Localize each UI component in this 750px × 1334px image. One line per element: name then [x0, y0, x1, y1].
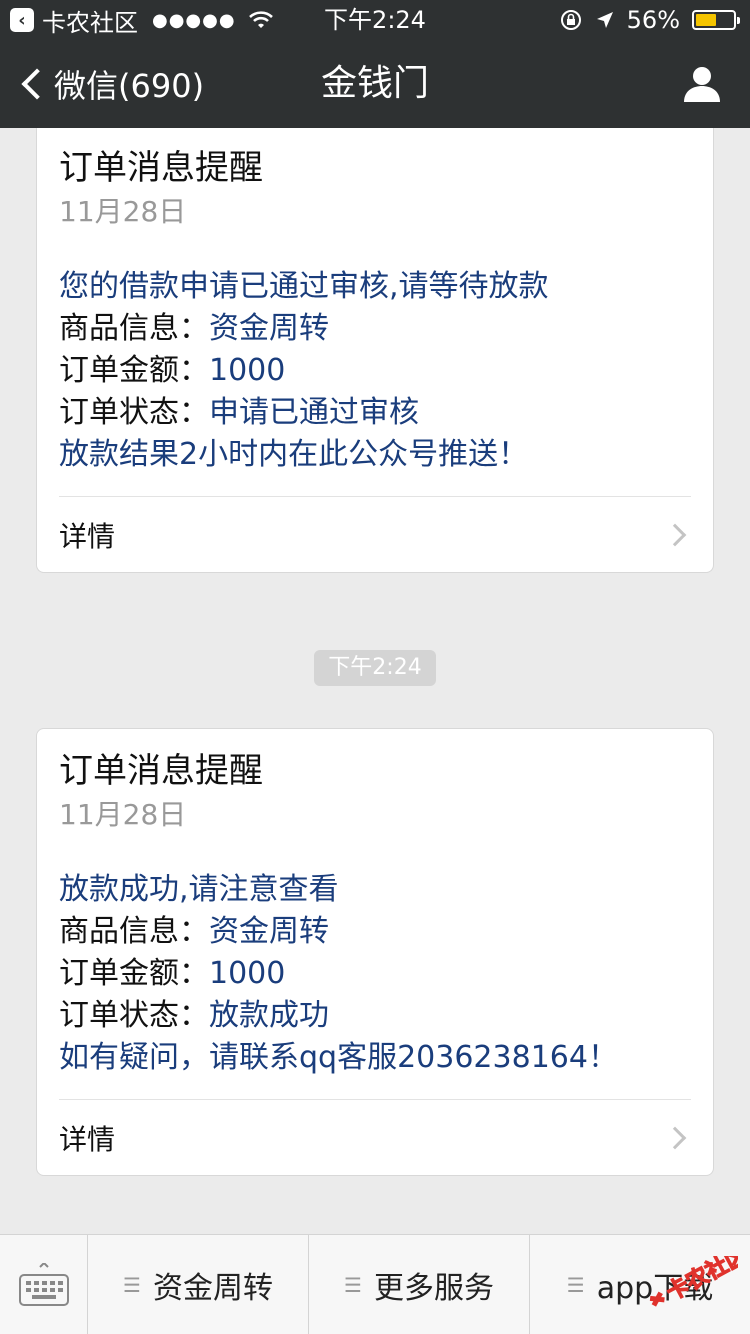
- status-label: 订单状态：: [59, 395, 209, 430]
- product-label: 商品信息：: [59, 914, 209, 949]
- detail-label: 详情: [59, 519, 116, 553]
- card-headline: 您的借款申请已通过审核,请等待放款: [59, 269, 549, 304]
- amount-label: 订单金额：: [59, 956, 209, 991]
- detail-link[interactable]: 详情: [59, 496, 691, 572]
- amount-label: 订单金额：: [59, 353, 209, 388]
- timestamp-pill: 下午2:24: [314, 650, 436, 686]
- amount-row: 订单金额：1000: [59, 953, 691, 995]
- rotation-lock-icon: [560, 10, 581, 30]
- detail-link[interactable]: 详情: [59, 1099, 691, 1175]
- battery-percent: 56%: [626, 6, 680, 34]
- svg-text:卡农社区: 卡农社区: [662, 1256, 738, 1306]
- menu-lines-icon: ☰: [566, 1273, 585, 1297]
- card-date: 11月28日: [59, 195, 187, 228]
- bottom-menu-bar: ☰ 资金周转 ☰ 更多服务 ☰ app下载: [0, 1234, 750, 1334]
- chevron-left-icon: [21, 68, 53, 100]
- amount-row: 订单金额：1000: [59, 350, 691, 392]
- card-body: 您的借款申请已通过审核,请等待放款 商品信息：资金周转 订单金额：1000 订单…: [59, 266, 691, 476]
- message-card[interactable]: 订单消息提醒 11月28日 放款成功,请注意查看 商品信息：资金周转 订单金额：…: [36, 728, 714, 1176]
- detail-label: 详情: [59, 1122, 116, 1156]
- card-note: 放款结果2小时内在此公众号推送！: [59, 437, 529, 472]
- watermark-logo: 卡农社区: [649, 1256, 738, 1307]
- status-value: 放款成功: [209, 998, 329, 1033]
- menu-lines-icon: ☰: [344, 1273, 362, 1297]
- menu-item-label: 更多服务: [373, 1271, 494, 1306]
- amount-value: 1000: [209, 353, 286, 388]
- status-row: 订单状态：放款成功: [59, 995, 691, 1037]
- chevron-right-icon: [663, 523, 687, 546]
- card-headline: 放款成功,请注意查看: [59, 872, 339, 907]
- profile-icon[interactable]: [682, 64, 722, 104]
- status-row: 订单状态：申请已通过审核: [59, 392, 691, 434]
- card-note: 如有疑问，请联系qq客服2036238164！: [59, 1040, 618, 1075]
- battery-level: [696, 14, 717, 26]
- status-label: 订单状态：: [59, 998, 209, 1033]
- menu-item-funds[interactable]: ☰ 资金周转: [88, 1235, 309, 1334]
- product-value: 资金周转: [209, 914, 329, 949]
- message-card[interactable]: 订单消息提醒 11月28日 您的借款申请已通过审核,请等待放款 商品信息：资金周…: [36, 128, 714, 573]
- menu-item-label: 资金周转: [152, 1271, 273, 1306]
- card-title: 订单消息提醒: [59, 148, 263, 188]
- battery-icon: [692, 10, 740, 30]
- nav-bar: 微信(690) 金钱门: [0, 40, 750, 128]
- keyboard-icon: [18, 1263, 69, 1306]
- back-button[interactable]: 微信(690): [18, 40, 204, 128]
- amount-value: 1000: [209, 956, 286, 991]
- card-title: 订单消息提醒: [59, 751, 263, 791]
- product-label: 商品信息：: [59, 311, 209, 346]
- status-bar: ‹ 卡农社区 ●●●●● 下午2:24 56%: [0, 0, 750, 40]
- keyboard-toggle-button[interactable]: [0, 1235, 88, 1334]
- back-label: 微信(690): [54, 67, 205, 105]
- menu-lines-icon: ☰: [123, 1273, 141, 1297]
- product-row: 商品信息：资金周转: [59, 911, 691, 953]
- product-row: 商品信息：资金周转: [59, 308, 691, 350]
- location-arrow-icon: [596, 12, 613, 28]
- product-value: 资金周转: [209, 311, 329, 346]
- chevron-right-icon: [663, 1126, 687, 1149]
- card-date: 11月28日: [59, 798, 187, 831]
- status-right: 56%: [559, 0, 740, 40]
- status-value: 申请已通过审核: [209, 395, 419, 430]
- card-body: 放款成功,请注意查看 商品信息：资金周转 订单金额：1000 订单状态：放款成功…: [59, 869, 691, 1079]
- menu-item-more-services[interactable]: ☰ 更多服务: [309, 1235, 530, 1334]
